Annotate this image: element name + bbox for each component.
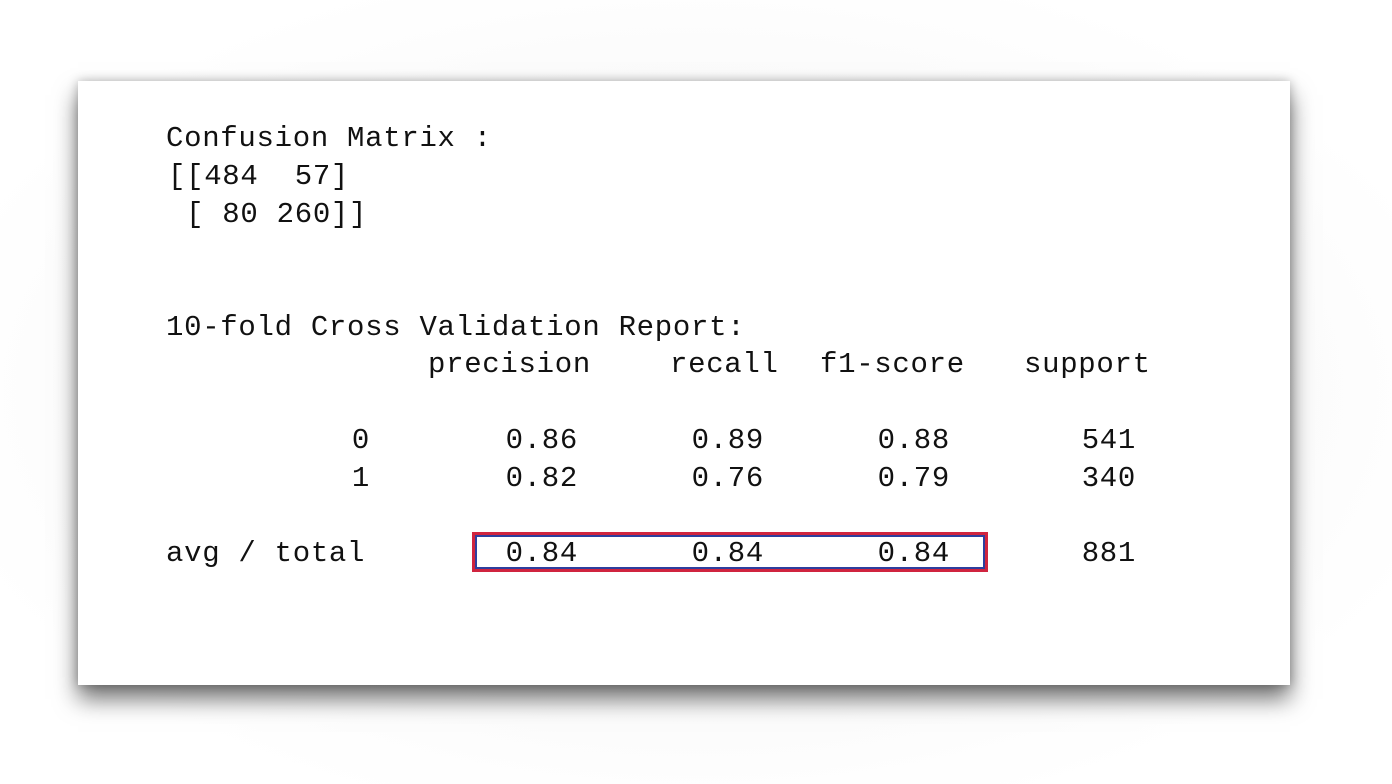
row-0-support: 541 [1081, 424, 1136, 457]
row-0-label: 0 [351, 424, 370, 457]
row-0-recall: 0.89 [691, 424, 764, 457]
row-1-recall: 0.76 [691, 462, 764, 495]
row-1-f1: 0.79 [877, 462, 950, 495]
row-0-precision: 0.86 [505, 424, 578, 457]
confusion-matrix-title: Confusion Matrix : [166, 122, 492, 155]
total-support: 881 [1081, 537, 1136, 570]
row-1-support: 340 [1081, 462, 1136, 495]
header-recall: recall [670, 348, 779, 381]
output-panel: Confusion Matrix : [[484 57] [ 80 260]] … [78, 81, 1290, 685]
row-0-f1: 0.88 [877, 424, 950, 457]
avg-scores-highlight-box [472, 532, 988, 572]
report-title: 10-fold Cross Validation Report: [166, 311, 746, 344]
confusion-matrix-row-1: [[484 57] [168, 160, 350, 193]
row-1-label: 1 [351, 462, 370, 495]
row-1-precision: 0.82 [505, 462, 578, 495]
total-label: avg / total [166, 537, 366, 570]
confusion-matrix-row-2: [ 80 260]] [168, 198, 368, 231]
header-precision: precision [428, 348, 591, 381]
header-support: support [1024, 348, 1151, 381]
header-f1-score: f1-score [820, 348, 965, 381]
